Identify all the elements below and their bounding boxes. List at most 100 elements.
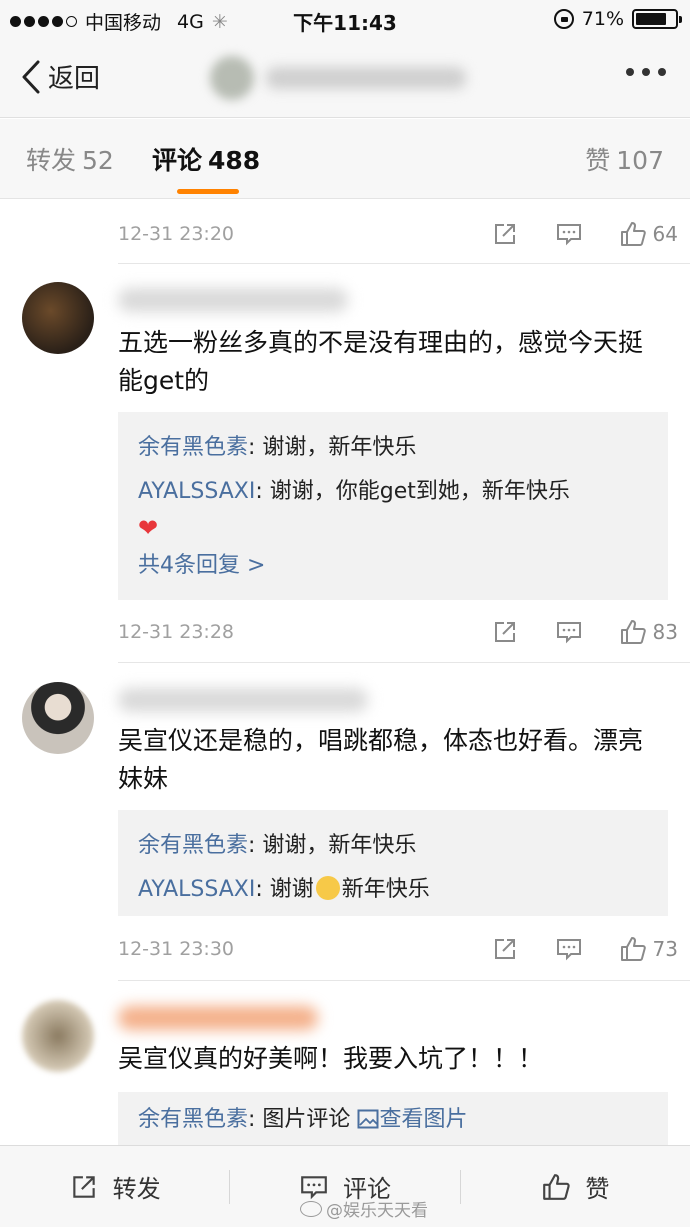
tab-repost[interactable]: 转发 52: [26, 141, 114, 177]
avatar[interactable]: [22, 282, 94, 354]
bottom-repost-button[interactable]: 转发: [0, 1146, 229, 1227]
rotation-lock-icon: [553, 9, 574, 29]
view-image-link[interactable]: 查看图片: [357, 1107, 467, 1132]
avatar[interactable]: [22, 1000, 94, 1072]
more-replies-link[interactable]: 共4条回复 >: [138, 544, 648, 588]
nav-bar: 返回: [0, 40, 690, 118]
avatar[interactable]: [22, 682, 94, 754]
comment-divider: [118, 980, 690, 981]
comment-meta-row: 12-31 23:28 83: [118, 612, 678, 652]
reply-author[interactable]: AYALSSAXI: [138, 479, 255, 504]
battery-percent: 71%: [581, 8, 624, 30]
like-count: 64: [652, 222, 678, 246]
tab-likes-label: 赞: [585, 146, 611, 175]
username-blurred[interactable]: [118, 288, 348, 312]
username-blurred[interactable]: [118, 1006, 318, 1030]
reply-button[interactable]: [555, 935, 583, 963]
replies-box[interactable]: 余有黑色素: 谢谢，新年快乐 AYALSSAXI: 谢谢 新年快乐: [118, 810, 668, 916]
tab-comment[interactable]: 评论 488: [152, 141, 260, 177]
replies-box[interactable]: 余有黑色素: 谢谢，新年快乐 AYALSSAXI: 谢谢，你能get到她，新年快…: [118, 412, 668, 600]
post-author-blurred: [210, 56, 480, 100]
watermark: @娱乐天天看: [300, 1196, 428, 1221]
reply-text: 谢谢，你能get到她，新年快乐: [269, 479, 570, 504]
comment-divider: [118, 662, 690, 663]
tab-repost-count: 52: [82, 146, 114, 175]
reply-button[interactable]: [555, 220, 583, 248]
reply-item-cont: ❤: [138, 514, 648, 544]
more-dot: [658, 68, 666, 76]
thumbs-up-icon: [620, 222, 646, 246]
comment-text: 吴宣仪还是稳的，唱跳都稳，体态也好看。漂亮妹妹: [118, 726, 644, 793]
share-icon: [72, 1175, 95, 1198]
author-name-blurred: [266, 67, 466, 89]
thumbs-up-icon: [620, 937, 646, 961]
reply-text: 谢谢: [269, 877, 314, 902]
replies-box[interactable]: 余有黑色素: 图片评论 查看图片: [118, 1092, 668, 1152]
tab-comment-count: 488: [208, 146, 261, 175]
tab-comment-label: 评论: [152, 146, 203, 175]
comment-meta-row: 12-31 23:30 73: [118, 929, 678, 969]
reply-item: AYALSSAXI: 谢谢 新年快乐: [138, 876, 430, 902]
bottom-repost-label: 转发: [112, 1175, 161, 1203]
chevron-left-icon: [22, 60, 40, 93]
battery-icon: [632, 9, 682, 29]
like-button[interactable]: 64: [619, 220, 678, 248]
like-button[interactable]: 73: [619, 935, 678, 963]
reply-text: 新年快乐: [341, 877, 430, 902]
thumbs-up-icon: [620, 620, 646, 644]
like-count: 83: [652, 620, 678, 644]
username-blurred[interactable]: [118, 688, 368, 712]
image-icon: [357, 1109, 379, 1129]
comment-time: 12-31 23:28: [118, 621, 235, 643]
reply-author[interactable]: 余有黑色素: [138, 833, 248, 858]
tab-likes-count: 107: [616, 146, 664, 175]
bottom-like-button[interactable]: 赞: [461, 1146, 690, 1227]
back-label: 返回: [48, 64, 101, 94]
comment-divider: [118, 263, 690, 264]
comment-icon: [556, 224, 581, 246]
heart-emoji-icon: ❤: [138, 514, 159, 542]
like-count: 73: [652, 937, 678, 961]
comment-meta-row: 12-31 23:20 64: [118, 214, 678, 254]
comment-icon: [556, 622, 581, 644]
more-button[interactable]: [626, 68, 666, 76]
thumbs-up-icon: [543, 1173, 570, 1200]
back-button[interactable]: 返回: [20, 58, 100, 95]
reply-item: 余有黑色素: 图片评论 查看图片: [138, 1107, 468, 1132]
like-button[interactable]: 83: [619, 618, 678, 646]
reply-item: 余有黑色素: 谢谢，新年快乐: [138, 833, 417, 858]
share-icon: [494, 939, 515, 959]
watermark-text: @娱乐天天看: [326, 1201, 428, 1221]
share-icon: [494, 224, 515, 244]
comment-text: 五选一粉丝多真的不是没有理由的，感觉今天挺能get的: [118, 328, 644, 395]
status-bar: 中国移动 4G ✳ 下午11:43 71%: [0, 0, 690, 40]
share-button[interactable]: [491, 618, 519, 646]
bottom-toolbar: 转发 评论 赞 @娱乐天天看: [0, 1145, 690, 1227]
share-button[interactable]: [491, 935, 519, 963]
active-tab-indicator: [177, 189, 239, 194]
status-right: 71%: [553, 8, 682, 30]
comment-time: 12-31 23:30: [118, 938, 235, 960]
tabs-bar: 转发 52 评论 488 赞 107: [0, 119, 690, 199]
share-icon: [494, 622, 515, 642]
share-button[interactable]: [491, 220, 519, 248]
weibo-logo-icon: [300, 1200, 322, 1217]
more-dot: [642, 68, 650, 76]
reply-item: 余有黑色素: 谢谢，新年快乐: [138, 435, 417, 460]
bottom-like-label: 赞: [585, 1175, 610, 1203]
reply-author[interactable]: 余有黑色素: [138, 435, 248, 460]
reply-text: 图片评论: [262, 1107, 351, 1132]
comment-text: 吴宣仪真的好美啊！我要入坑了！！！: [118, 1044, 544, 1073]
view-image-label: 查看图片: [379, 1107, 468, 1132]
comment-icon: [556, 939, 581, 961]
reply-author[interactable]: 余有黑色素: [138, 1107, 248, 1132]
reply-text: 谢谢，新年快乐: [262, 833, 417, 858]
reply-author[interactable]: AYALSSAXI: [138, 877, 255, 902]
author-avatar: [210, 56, 254, 100]
reply-button[interactable]: [555, 618, 583, 646]
reply-item: AYALSSAXI: 谢谢，你能get到她，新年快乐: [138, 479, 570, 504]
tab-repost-label: 转发: [26, 146, 77, 175]
more-dot: [626, 68, 634, 76]
comment-time: 12-31 23:20: [118, 223, 235, 245]
tab-likes[interactable]: 赞 107: [585, 141, 664, 177]
